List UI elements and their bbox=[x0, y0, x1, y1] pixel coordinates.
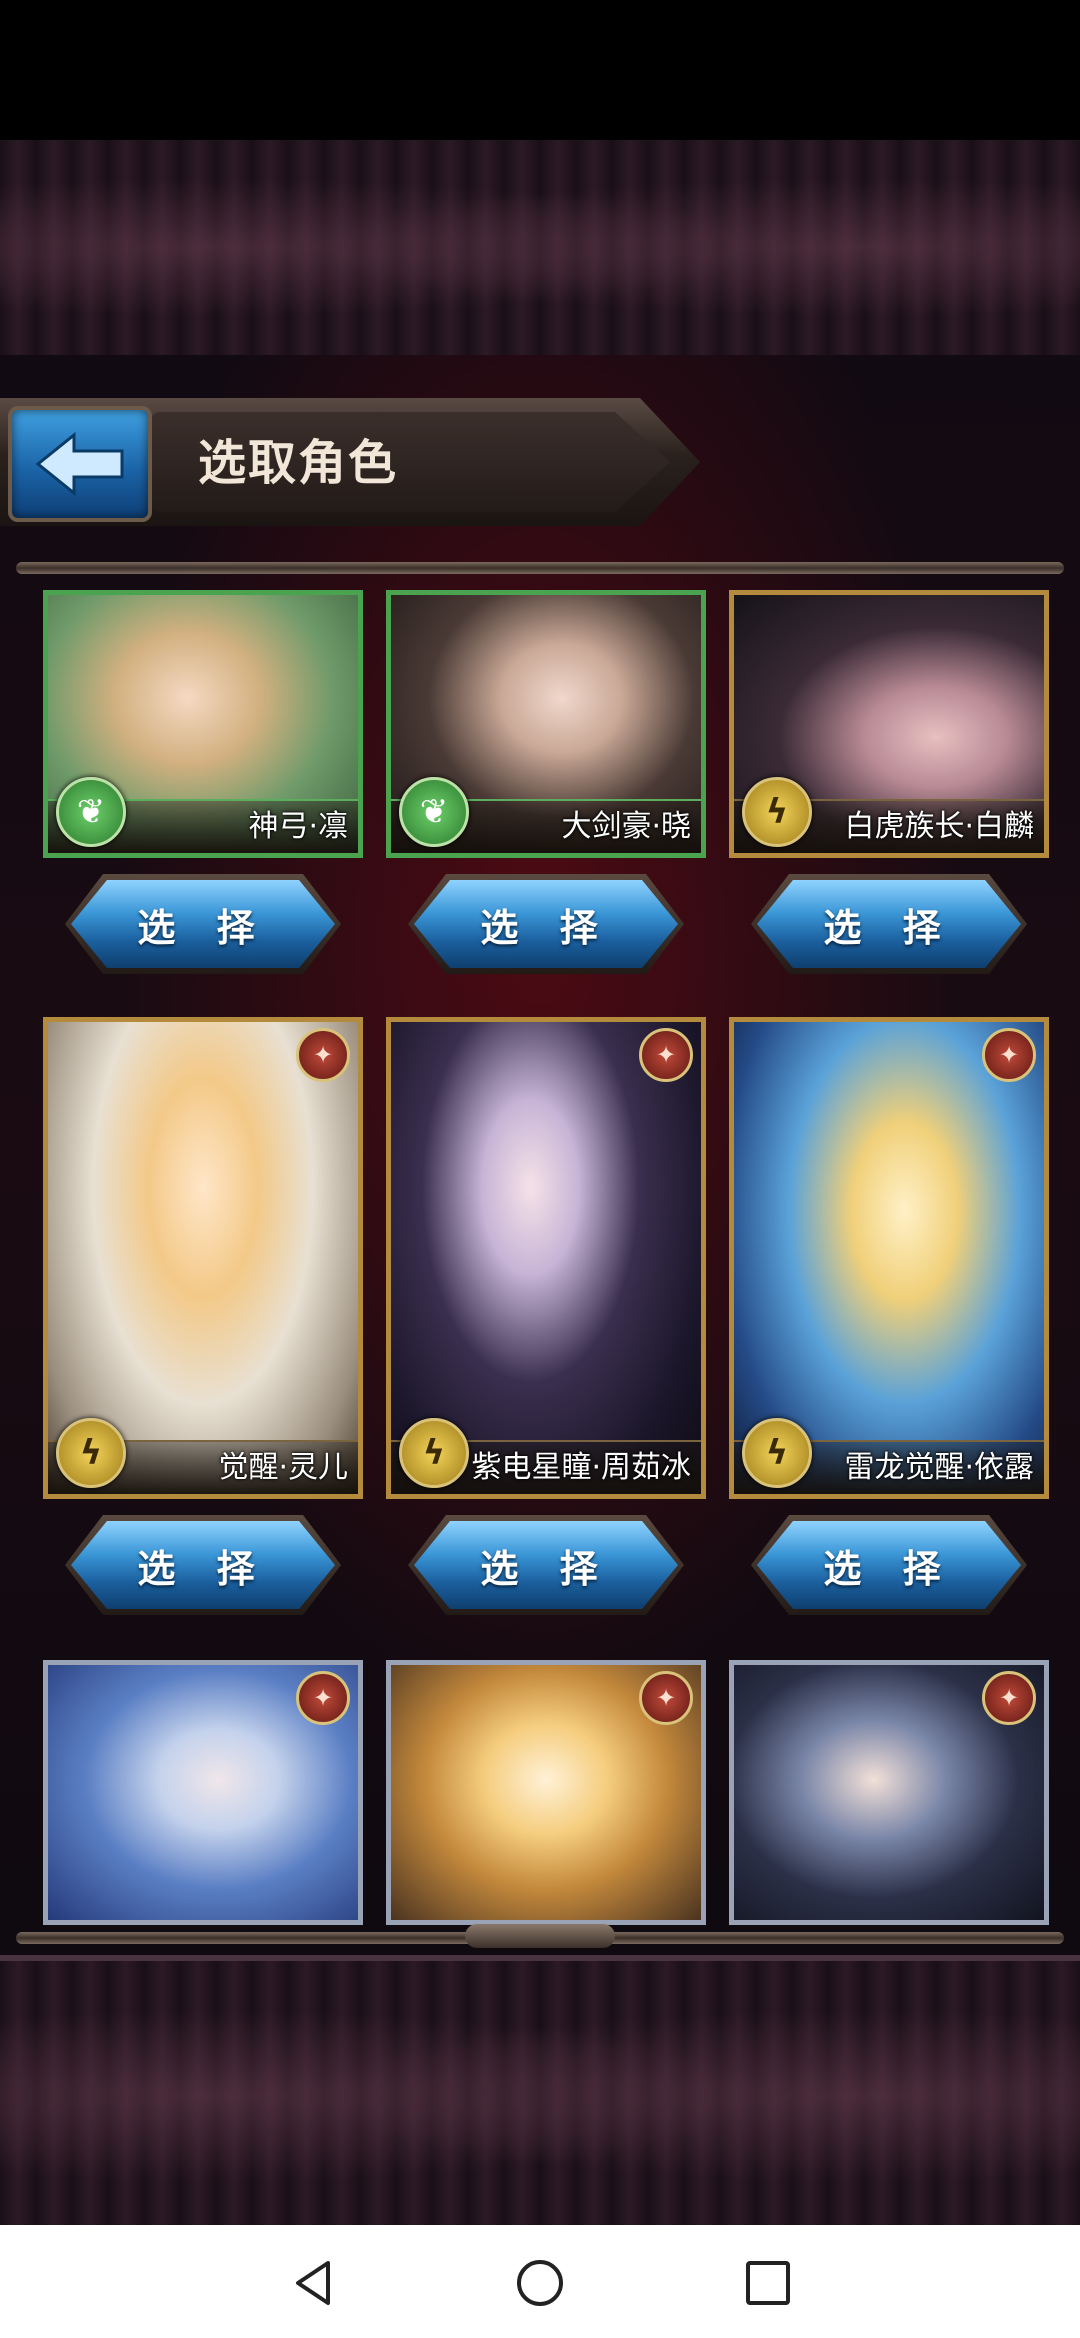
leaf-icon: ❦ bbox=[399, 777, 469, 847]
character-name: 雷龙觉醒·依露 bbox=[844, 1450, 1034, 1485]
top-ornament-frame bbox=[0, 140, 1080, 361]
thunder-icon: ϟ bbox=[399, 1418, 469, 1488]
select-button[interactable]: 选 择 bbox=[414, 1521, 678, 1609]
status-area bbox=[0, 0, 1080, 140]
thunder-icon: ϟ bbox=[742, 777, 812, 847]
home-circle-icon[interactable] bbox=[514, 2257, 566, 2309]
character-name: 白虎族长·白麟 bbox=[844, 809, 1034, 844]
select-button[interactable]: 选 择 bbox=[757, 1521, 1021, 1609]
character-name: 觉醒·灵儿 bbox=[218, 1450, 348, 1485]
thunder-icon: ϟ bbox=[56, 1418, 126, 1488]
class-icon: ✦ bbox=[296, 1671, 350, 1725]
class-icon: ✦ bbox=[982, 1028, 1036, 1082]
character-card-dajianhao-xiao[interactable]: ❦ 大剑豪·晓 bbox=[386, 590, 706, 858]
character-name: 神弓·凛 bbox=[248, 809, 348, 844]
page-title: 选取角色 bbox=[198, 435, 399, 491]
select-button-label: 选 择 bbox=[137, 1546, 269, 1591]
select-button-label: 选 择 bbox=[823, 1546, 955, 1591]
back-triangle-icon[interactable] bbox=[288, 2257, 340, 2309]
character-card-baihu-bailin[interactable]: ϟ 白虎族长·白麟 bbox=[729, 590, 1049, 858]
select-button-label: 选 择 bbox=[823, 905, 955, 950]
select-button[interactable]: 选 择 bbox=[71, 880, 335, 968]
select-button[interactable]: 选 择 bbox=[414, 880, 678, 968]
character-name: 大剑豪·晓 bbox=[561, 809, 691, 844]
character-name: 紫电星瞳·周茹冰 bbox=[471, 1450, 691, 1485]
arrow-left-icon bbox=[35, 431, 124, 497]
class-icon: ✦ bbox=[982, 1671, 1036, 1725]
select-button-label: 选 择 bbox=[137, 905, 269, 950]
character-card-row3-3[interactable]: ✦ bbox=[729, 1660, 1049, 1925]
character-card-zidian-zhouruibing[interactable]: ✦ ϟ 紫电星瞳·周茹冰 bbox=[386, 1017, 706, 1499]
leaf-icon: ❦ bbox=[56, 777, 126, 847]
character-card-juexing-linger[interactable]: ✦ ϟ 觉醒·灵儿 bbox=[43, 1017, 363, 1499]
class-icon: ✦ bbox=[639, 1671, 693, 1725]
system-navigation-bar bbox=[0, 2225, 1080, 2338]
select-button[interactable]: 选 择 bbox=[71, 1521, 335, 1609]
select-button-label: 选 择 bbox=[480, 1546, 612, 1591]
rail-ornament bbox=[465, 1924, 615, 1948]
character-card-row3-2[interactable]: ✦ bbox=[386, 1660, 706, 1925]
thunder-icon: ϟ bbox=[742, 1418, 812, 1488]
select-button-label: 选 择 bbox=[480, 905, 612, 950]
class-icon: ✦ bbox=[639, 1028, 693, 1082]
select-button[interactable]: 选 择 bbox=[757, 880, 1021, 968]
character-card-shengong-lin[interactable]: ❦ 神弓·凛 bbox=[43, 590, 363, 858]
character-card-row3-1[interactable]: ✦ bbox=[43, 1660, 363, 1925]
back-button[interactable] bbox=[8, 406, 152, 522]
list-top-rail bbox=[16, 562, 1064, 574]
bottom-ornament-frame bbox=[0, 1955, 1080, 2231]
class-icon: ✦ bbox=[296, 1028, 350, 1082]
recent-apps-icon[interactable] bbox=[742, 2257, 794, 2309]
character-card-leilong-yilu[interactable]: ✦ ϟ 雷龙觉醒·依露 bbox=[729, 1017, 1049, 1499]
